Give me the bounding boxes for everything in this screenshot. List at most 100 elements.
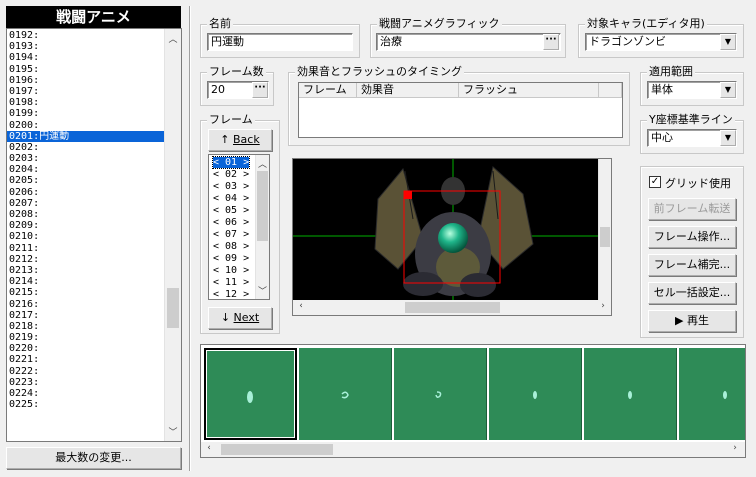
animation-list-scrollbar[interactable]: ︿ ﹀ xyxy=(164,29,181,441)
frame-filmstrip[interactable]: ‹ › xyxy=(200,344,746,458)
animation-list-item[interactable]: 0213: xyxy=(7,265,165,276)
scroll-up-icon[interactable]: ︿ xyxy=(256,157,269,170)
frame-list-item[interactable]: < 02 > xyxy=(209,169,255,181)
film-cell[interactable] xyxy=(394,348,487,440)
animation-list-item[interactable]: 0220: xyxy=(7,343,165,354)
scroll-thumb[interactable] xyxy=(221,444,333,455)
animation-list-item[interactable]: 0209: xyxy=(7,220,165,231)
change-max-button[interactable]: 最大数の変更... xyxy=(6,447,181,469)
frame-list-item[interactable]: < 06 > xyxy=(209,217,255,229)
animation-list-item[interactable]: 0223: xyxy=(7,377,165,388)
animation-list-item[interactable]: 0199: xyxy=(7,108,165,119)
scroll-right-icon[interactable]: › xyxy=(598,301,608,311)
cell-batch-button[interactable]: セル一括設定... xyxy=(648,282,736,304)
animation-list-item[interactable]: 0216: xyxy=(7,299,165,310)
animation-list-item[interactable]: 0224: xyxy=(7,388,165,399)
animation-list-item[interactable]: 0196: xyxy=(7,75,165,86)
animation-list-item[interactable]: 0225: xyxy=(7,399,165,410)
grid-checkbox-label: グリッド使用 xyxy=(665,177,731,190)
graphic-field[interactable]: 治療 xyxy=(376,33,561,51)
animation-list-item[interactable]: 0198: xyxy=(7,97,165,108)
chevron-down-icon[interactable]: ▼ xyxy=(720,82,736,98)
animation-list-item[interactable]: 0205: xyxy=(7,175,165,186)
frame-list-scrollbar[interactable]: ︿ ﹀ xyxy=(255,155,269,299)
animation-list-item[interactable]: 0221: xyxy=(7,354,165,365)
animation-list-item[interactable]: 0217: xyxy=(7,310,165,321)
grid-checkbox[interactable]: ✓ xyxy=(649,176,661,188)
animation-list-item[interactable]: 0203: xyxy=(7,153,165,164)
frame-list-item[interactable]: < 08 > xyxy=(209,241,255,253)
animation-list[interactable]: 0192: 0193: 0194: 0195: 0196: 0197: 0198: 0199:… xyxy=(6,28,182,442)
frame-list-item[interactable]: < 03 > xyxy=(209,181,255,193)
frame-interp-button[interactable]: フレーム補完... xyxy=(648,254,736,276)
animation-list-item[interactable]: 0194: xyxy=(7,52,165,63)
scroll-right-icon[interactable]: › xyxy=(730,443,740,453)
timing-col-sound[interactable]: 効果音 xyxy=(357,83,459,98)
animation-list-item[interactable]: 0201:円運動 xyxy=(7,130,165,142)
scroll-thumb[interactable] xyxy=(600,227,610,247)
animation-list-item[interactable]: 0219: xyxy=(7,332,165,343)
frame-ops-button[interactable]: フレーム操作... xyxy=(648,226,736,248)
back-button[interactable]: ↑ Back xyxy=(208,129,272,151)
frame-list-item[interactable]: < 10 > xyxy=(209,265,255,277)
film-cell[interactable] xyxy=(584,348,677,440)
animation-list-item[interactable]: 0210: xyxy=(7,231,165,242)
frame-list[interactable]: < 01 > < 02 > < 03 > < 04 > < 05 > < 06 > < 07… xyxy=(208,154,270,300)
frame-list-item[interactable]: < 01 > xyxy=(209,156,255,169)
animation-list-item[interactable]: 0215: xyxy=(7,287,165,298)
scroll-left-icon[interactable]: ‹ xyxy=(204,443,214,453)
scroll-thumb[interactable] xyxy=(405,302,500,313)
scroll-thumb[interactable] xyxy=(167,288,179,328)
scroll-thumb[interactable] xyxy=(257,171,268,241)
animation-list-item[interactable]: 0200: xyxy=(7,120,165,131)
animation-list-item[interactable]: 0211: xyxy=(7,243,165,254)
scroll-up-icon[interactable]: ︿ xyxy=(165,32,181,45)
timing-table[interactable]: フレーム 効果音 フラッシュ xyxy=(298,82,623,138)
frame-count-button[interactable]: ··· xyxy=(252,82,268,98)
chevron-down-icon[interactable]: ▼ xyxy=(720,34,736,50)
play-button-label: 再生 xyxy=(686,314,709,327)
animation-list-item[interactable]: 0212: xyxy=(7,254,165,265)
animation-list-item[interactable]: 0208: xyxy=(7,209,165,220)
timing-col-flash[interactable]: フラッシュ xyxy=(459,83,599,98)
animation-list-item[interactable]: 0204: xyxy=(7,164,165,175)
film-cell[interactable] xyxy=(204,348,297,440)
preview-hscrollbar[interactable]: ‹ › xyxy=(293,300,611,315)
animation-preview[interactable]: ‹ › xyxy=(292,158,612,316)
animation-list-item[interactable]: 0193: xyxy=(7,41,165,52)
film-cell[interactable] xyxy=(489,348,582,440)
animation-list-item[interactable]: 0192: xyxy=(7,30,165,41)
frame-list-item[interactable]: < 11 > xyxy=(209,277,255,289)
animation-list-item[interactable]: 0206: xyxy=(7,187,165,198)
film-cell-sprite xyxy=(435,391,442,399)
target-select[interactable]: ドラゴンゾンビ xyxy=(585,33,737,51)
animation-list-item[interactable]: 0207: xyxy=(7,198,165,209)
frame-list-item-label: < 06 > xyxy=(213,217,250,228)
filmstrip-scrollbar[interactable]: ‹ › xyxy=(201,442,745,457)
next-button[interactable]: ↓ Next xyxy=(208,307,272,329)
scroll-down-icon[interactable]: ﹀ xyxy=(256,284,269,297)
film-cell[interactable] xyxy=(299,348,392,440)
scroll-left-icon[interactable]: ‹ xyxy=(296,301,306,311)
scroll-down-icon[interactable]: ﹀ xyxy=(165,425,181,438)
name-input[interactable]: 円運動 xyxy=(207,33,353,51)
animation-list-item[interactable]: 0195: xyxy=(7,64,165,75)
animation-list-item[interactable]: 0222: xyxy=(7,366,165,377)
chevron-down-icon[interactable]: ▼ xyxy=(720,130,736,146)
animation-list-item[interactable]: 0218: xyxy=(7,321,165,332)
frame-list-item[interactable]: < 07 > xyxy=(209,229,255,241)
film-cell[interactable] xyxy=(679,348,745,440)
animation-list-item[interactable]: 0202: xyxy=(7,142,165,153)
frame-list-item[interactable]: < 09 > xyxy=(209,253,255,265)
frame-list-item[interactable]: < 04 > xyxy=(209,193,255,205)
animation-list-item[interactable]: 0214: xyxy=(7,276,165,287)
timing-col-frame[interactable]: フレーム xyxy=(299,83,357,98)
frame-list-item[interactable]: < 12 > xyxy=(209,289,255,299)
animation-list-item[interactable]: 0197: xyxy=(7,86,165,97)
play-button[interactable]: ▶ 再生 xyxy=(648,310,736,332)
graphic-browse-button[interactable]: ··· xyxy=(543,34,559,50)
prev-frame-button[interactable]: 前フレーム転送 xyxy=(648,198,736,220)
preview-vscrollbar[interactable] xyxy=(598,159,611,301)
frame-list-item[interactable]: < 05 > xyxy=(209,205,255,217)
scope-group: 適用範囲 単体 ▼ xyxy=(640,65,744,106)
